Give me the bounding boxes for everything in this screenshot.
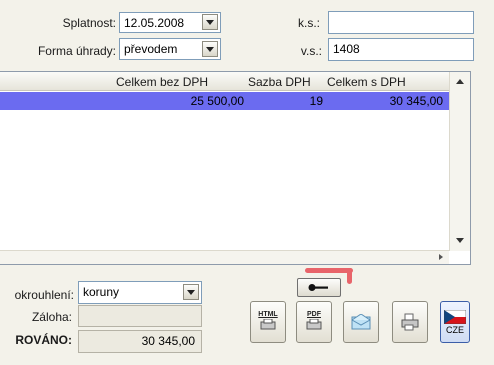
total-label: ROVÁNO: xyxy=(15,333,72,347)
column-header-celkem-bez-dph[interactable]: Celkem bez DPH xyxy=(116,75,208,89)
vs-input[interactable]: 1408 xyxy=(328,38,474,61)
splatnost-field[interactable]: 12.05.2008 xyxy=(119,12,221,33)
cell-sazba-dph: 19 xyxy=(309,94,323,108)
splatnost-value: 12.05.2008 xyxy=(124,16,185,30)
cell-celkem-bez-dph: 25 500,00 xyxy=(190,94,244,108)
forma-uhrady-value: převodem xyxy=(124,42,178,56)
zaloha-input[interactable] xyxy=(78,305,202,327)
grid-header: Celkem bez DPH Sazba DPH Celkem s DPH xyxy=(0,72,449,91)
column-header-sazba-dph[interactable]: Sazba DPH xyxy=(248,75,311,89)
column-header-celkem-s-dph[interactable]: Celkem s DPH xyxy=(327,75,406,89)
scroll-right-icon[interactable] xyxy=(439,254,443,260)
ks-input[interactable] xyxy=(328,11,474,34)
forma-uhrady-dropdown-button[interactable] xyxy=(202,41,218,57)
forma-uhrady-label: Forma úhrady: xyxy=(37,44,116,58)
chevron-down-icon xyxy=(206,19,214,25)
highlight-mark xyxy=(305,268,353,273)
export-html-button[interactable]: HTML xyxy=(250,301,286,343)
envelope-icon xyxy=(351,314,371,330)
print-button[interactable] xyxy=(392,301,428,343)
forma-uhrady-select[interactable]: převodem xyxy=(119,38,221,60)
printer-icon xyxy=(401,313,419,331)
language-button[interactable]: CZE xyxy=(440,301,470,343)
calendar-dropdown-button[interactable] xyxy=(202,14,218,30)
splatnost-label: Splatnost: xyxy=(62,16,116,30)
ks-label: k.s.: xyxy=(297,16,320,30)
highlight-mark-vertical xyxy=(347,268,352,284)
export-pdf-button[interactable]: PDF xyxy=(296,301,332,343)
table-row[interactable]: 25 500,00 19 30 345,00 xyxy=(0,92,449,110)
key-button[interactable] xyxy=(297,278,341,297)
total-value: 30 345,00 xyxy=(78,330,202,353)
horizontal-scrollbar[interactable] xyxy=(0,250,449,264)
chevron-down-icon xyxy=(187,289,195,295)
items-grid[interactable]: Celkem bez DPH Sazba DPH Celkem s DPH 25… xyxy=(0,71,471,265)
vs-label: v.s.: xyxy=(300,44,322,58)
zaloha-label: Záloha: xyxy=(31,310,72,324)
scroll-up-icon[interactable] xyxy=(456,79,464,84)
language-label: CZE xyxy=(446,324,464,335)
scroll-down-icon[interactable] xyxy=(456,238,464,243)
pdf-printer-icon: PDF xyxy=(305,311,323,334)
cell-celkem-s-dph: 30 345,00 xyxy=(389,94,443,108)
zaokrouhleni-dropdown-button[interactable] xyxy=(183,284,199,300)
vertical-scrollbar[interactable] xyxy=(449,72,470,251)
key-icon xyxy=(308,284,328,291)
send-email-button[interactable] xyxy=(343,301,379,343)
zaokrouhleni-select[interactable]: koruny xyxy=(78,281,202,304)
czech-flag-icon xyxy=(444,309,466,324)
html-printer-icon: HTML xyxy=(258,311,278,334)
zaokrouhleni-label: okrouhlení: xyxy=(14,288,74,302)
zaokrouhleni-value: koruny xyxy=(83,285,120,299)
chevron-down-icon xyxy=(206,46,214,52)
